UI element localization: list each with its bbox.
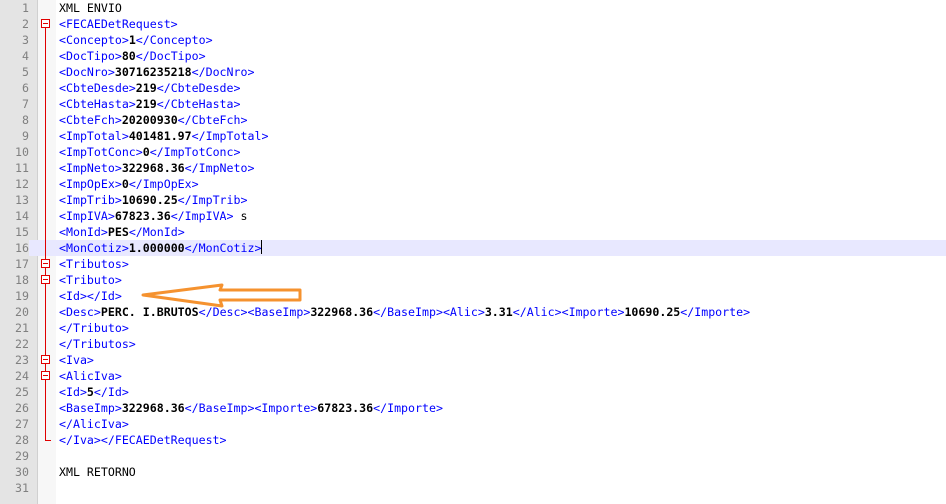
arrow-shape [141,283,302,308]
annotation-arrow [141,283,302,308]
xml-editor[interactable]: 1 XML ENVIO 2 <FECAEDetRequest> 3 <Concepto>1… [0,0,946,504]
